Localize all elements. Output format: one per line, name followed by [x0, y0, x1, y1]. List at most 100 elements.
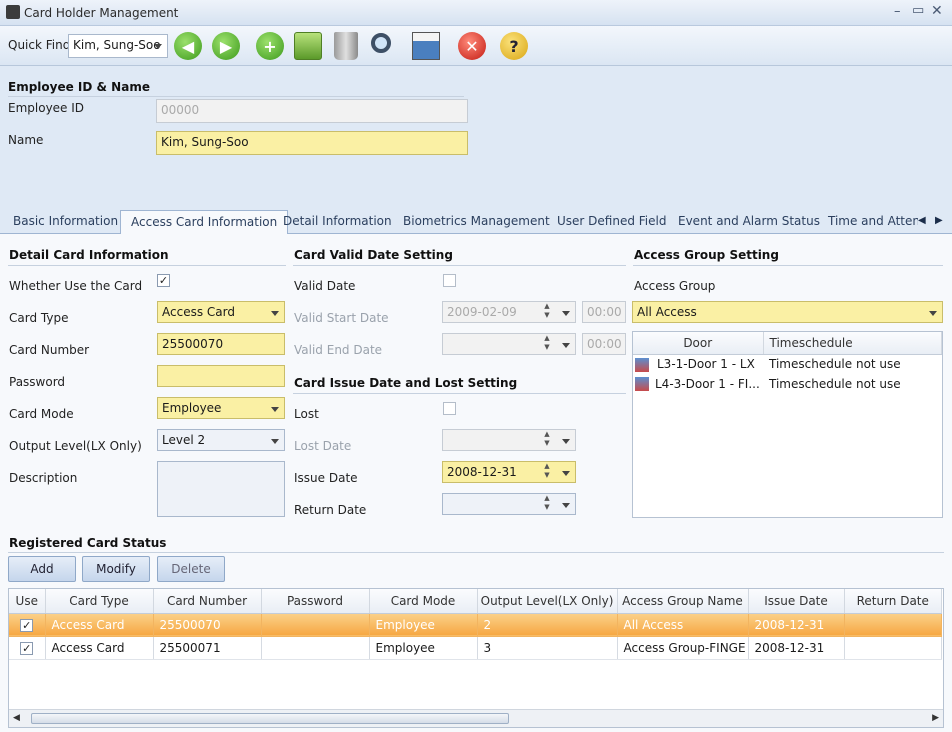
minimize-icon[interactable]: –	[894, 4, 901, 19]
column-header[interactable]: Return Date	[844, 589, 942, 614]
use-card-checkbox[interactable]: ✓	[157, 274, 170, 287]
table-row[interactable]: ✓ Access Card 25500070 Employee 2 All Ac…	[9, 613, 942, 637]
use-card-label: Whether Use the Card	[9, 279, 143, 293]
delete-card-button[interactable]: Delete	[157, 556, 225, 582]
scroll-right-icon[interactable]: ▶	[932, 713, 939, 723]
cell-return-date	[844, 636, 942, 660]
valid-end-time[interactable]: 00:00	[582, 333, 626, 355]
cell-output-level: 3	[477, 636, 618, 660]
spinner-icon[interactable]: ▲ ▼	[541, 302, 553, 322]
previous-button[interactable]: ◀	[172, 30, 204, 62]
description-field[interactable]	[157, 461, 285, 517]
tab-biometrics-management[interactable]: Biometrics Management	[393, 210, 560, 234]
column-header[interactable]: Issue Date	[748, 589, 845, 614]
card-print-button[interactable]	[410, 30, 442, 62]
column-header[interactable]: Card Type	[45, 589, 154, 614]
next-button[interactable]: ▶	[210, 30, 242, 62]
return-date-field[interactable]: ▲ ▼	[442, 493, 576, 515]
save-button[interactable]	[292, 30, 324, 62]
toolbar: Quick Find Kim, Sung-Soo ◀ ▶ + ✕ ?	[0, 26, 952, 66]
horizontal-scrollbar[interactable]: ◀ ▶	[9, 709, 943, 727]
lost-date-field[interactable]: ▲ ▼	[442, 429, 576, 451]
valid-start-date[interactable]: 2009-02-09 ▲ ▼	[442, 301, 576, 323]
scrollbar-thumb[interactable]	[31, 713, 509, 724]
table-row[interactable]: ✓ Access Card 25500071 Employee 3 Access…	[9, 636, 942, 660]
card-type-value: Access Card	[162, 305, 235, 319]
use-checkbox[interactable]: ✓	[20, 641, 34, 655]
issue-date-field[interactable]: 2008-12-31 ▲ ▼	[442, 461, 576, 483]
scroll-left-icon[interactable]: ◀	[13, 713, 20, 723]
add-button[interactable]: Add	[8, 556, 76, 582]
cell-access-group: Access Group-FINGE	[617, 636, 749, 660]
valid-start-time[interactable]: 00:00	[582, 301, 626, 323]
output-level-select[interactable]: Level 2	[157, 429, 285, 451]
cell-card-mode: Employee	[369, 613, 478, 637]
divider	[8, 552, 944, 553]
valid-date-checkbox[interactable]	[443, 274, 456, 287]
title-bar: Card Holder Management – ▭ ✕	[0, 0, 952, 26]
access-group-select[interactable]: All Access	[632, 301, 943, 323]
output-level-label: Output Level(LX Only)	[9, 439, 142, 453]
search-button[interactable]	[368, 30, 400, 62]
new-button[interactable]: +	[254, 30, 286, 62]
name-field[interactable]: Kim, Sung-Soo	[156, 131, 468, 155]
quick-find-select[interactable]: Kim, Sung-Soo	[68, 34, 168, 58]
spinner-icon[interactable]: ▲ ▼	[541, 494, 553, 514]
lost-checkbox[interactable]	[443, 402, 456, 415]
cell-password	[261, 613, 370, 637]
modify-button[interactable]: Modify	[82, 556, 150, 582]
column-header[interactable]: Output Level(LX Only)	[477, 589, 618, 614]
card-number-label: Card Number	[9, 343, 90, 357]
window-title: Card Holder Management	[24, 6, 179, 20]
employee-id-field[interactable]: 00000	[156, 99, 468, 123]
registered-card-grid: Use Card Type Card Number Password Card …	[8, 588, 944, 728]
tab-basic-information[interactable]: Basic Information	[3, 210, 128, 234]
access-section-title: Access Group Setting	[634, 248, 779, 262]
tab-event-alarm-status[interactable]: Event and Alarm Status	[668, 210, 830, 234]
door-name: L3-1-Door 1 - LX	[657, 357, 755, 371]
valid-end-date[interactable]: ▲ ▼	[442, 333, 576, 355]
cell-card-number: 25500071	[153, 636, 262, 660]
tab-scroll-left-icon[interactable]: ◀	[918, 215, 926, 226]
return-date-label: Return Date	[294, 503, 367, 517]
card-type-label: Card Type	[9, 311, 69, 325]
cell-password	[261, 636, 370, 660]
tab-detail-information[interactable]: Detail Information	[273, 210, 402, 234]
card-number-field[interactable]: 25500070	[157, 333, 285, 355]
card-icon	[412, 32, 440, 60]
maximize-icon[interactable]: ▭	[912, 3, 924, 18]
tab-scroll-right-icon[interactable]: ▶	[935, 215, 943, 226]
tab-user-defined-field[interactable]: User Defined Field	[547, 210, 676, 234]
delete-button[interactable]	[330, 30, 362, 62]
door-column-header[interactable]: Door	[633, 332, 764, 355]
divider	[293, 265, 626, 266]
quick-find-label: Quick Find	[8, 38, 71, 52]
cancel-x-icon: ✕	[458, 32, 486, 60]
door-row[interactable]: L3-1-Door 1 - LX Timeschedule not use	[633, 354, 942, 374]
card-type-select[interactable]: Access Card	[157, 301, 285, 323]
column-header[interactable]: Password	[261, 589, 370, 614]
column-header[interactable]: Card Mode	[369, 589, 478, 614]
card-mode-select[interactable]: Employee	[157, 397, 285, 419]
help-button[interactable]: ?	[498, 30, 530, 62]
spinner-icon[interactable]: ▲ ▼	[541, 430, 553, 450]
schedule-column-header[interactable]: Timeschedule	[763, 332, 942, 355]
tab-time-and-attendance[interactable]: Time and Attend	[818, 210, 918, 234]
close-window-icon[interactable]: ✕	[931, 3, 943, 19]
tab-access-card-information[interactable]: Access Card Information	[120, 210, 289, 235]
door-row[interactable]: L4-3-Door 1 - FI... Timeschedule not use	[633, 374, 942, 394]
column-header[interactable]: Card Number	[153, 589, 262, 614]
description-label: Description	[9, 471, 78, 485]
column-header[interactable]: Use	[9, 589, 46, 614]
issue-section-title: Card Issue Date and Lost Setting	[294, 376, 518, 390]
employee-section-title: Employee ID & Name	[8, 80, 150, 94]
cell-card-type: Access Card	[45, 613, 154, 637]
spinner-icon[interactable]: ▲ ▼	[541, 462, 553, 482]
cancel-button[interactable]: ✕	[456, 30, 488, 62]
spinner-icon[interactable]: ▲ ▼	[541, 334, 553, 354]
use-checkbox[interactable]: ✓	[20, 618, 34, 632]
valid-start-value: 2009-02-09	[447, 305, 517, 319]
password-field[interactable]	[157, 365, 285, 387]
column-header[interactable]: Access Group Name	[617, 589, 749, 614]
door-name: L4-3-Door 1 - FI...	[655, 376, 760, 391]
